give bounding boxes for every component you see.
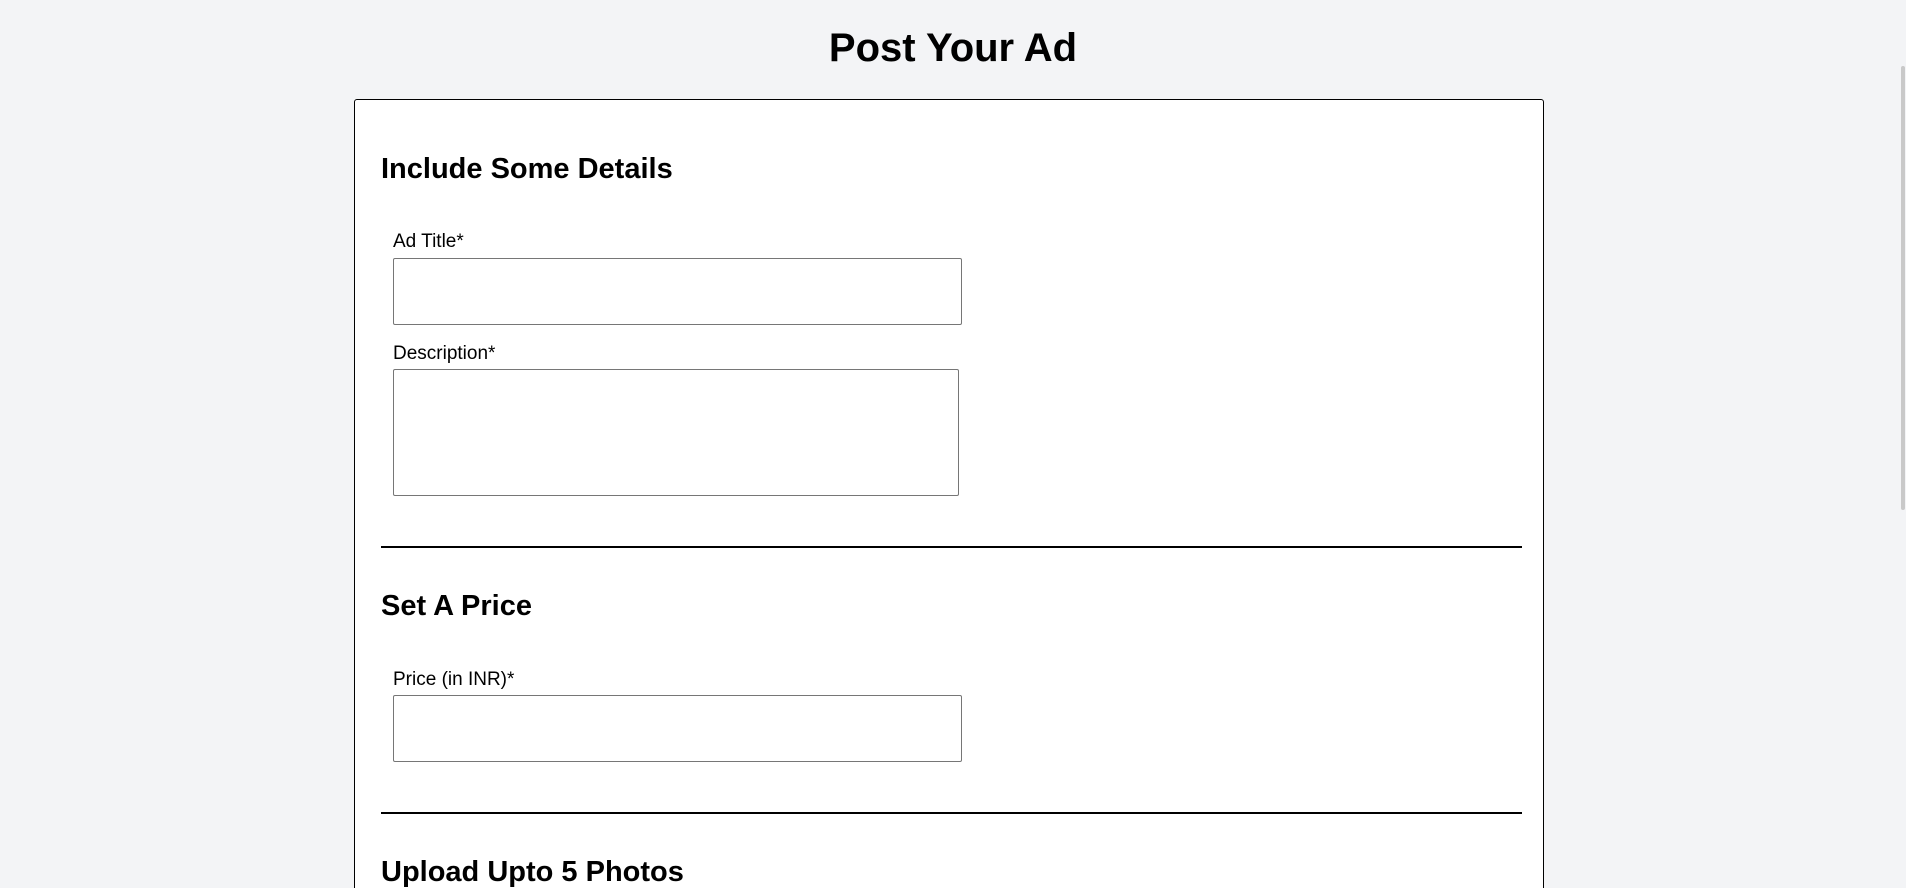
details-section-heading: Include Some Details <box>381 153 673 185</box>
ad-title-label: Ad Title* <box>393 231 464 252</box>
ad-title-input[interactable] <box>393 258 962 325</box>
page-title: Post Your Ad <box>828 26 1078 70</box>
post-ad-page: Post Your Ad Include Some Details Ad Tit… <box>0 0 1906 888</box>
scrollbar-thumb[interactable] <box>1901 66 1905 510</box>
post-ad-form: Include Some Details Ad Title* Descripti… <box>354 99 1544 888</box>
description-label: Description* <box>393 343 496 364</box>
price-section-heading: Set A Price <box>381 590 532 622</box>
page-scrollbar[interactable] <box>1900 0 1906 888</box>
description-textarea[interactable] <box>393 369 959 496</box>
photos-section-heading: Upload Upto 5 Photos <box>381 856 684 888</box>
price-input[interactable] <box>393 695 962 762</box>
section-divider <box>381 546 1522 548</box>
section-divider <box>381 812 1522 814</box>
price-label: Price (in INR)* <box>393 669 515 690</box>
